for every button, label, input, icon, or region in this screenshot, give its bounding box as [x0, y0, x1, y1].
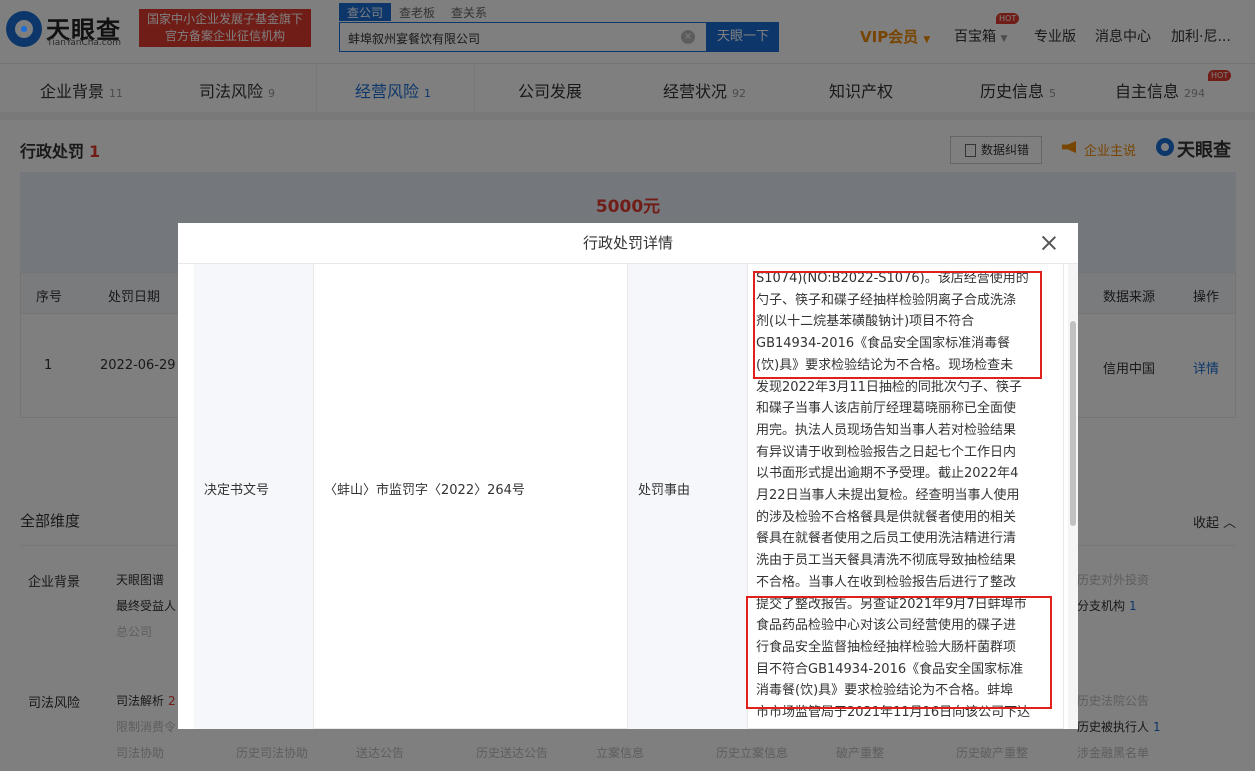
- scrollbar-thumb[interactable]: [1070, 321, 1076, 526]
- modal-title: 行政处罚详情: [178, 223, 1078, 264]
- close-icon[interactable]: [1040, 234, 1058, 252]
- highlight-box-bottom: [746, 596, 1052, 709]
- highlight-box-top: [753, 271, 1042, 379]
- label-penalty-reason: 处罚事由: [638, 483, 691, 498]
- penalty-detail-modal: 行政处罚详情 决定书文号 〈蚌山〉市监罚字〈2022〉264号 处罚事由 S10…: [178, 223, 1078, 729]
- label-decision-number: 决定书文号: [204, 483, 270, 498]
- decision-number: 〈蚌山〉市监罚字〈2022〉264号: [324, 483, 525, 498]
